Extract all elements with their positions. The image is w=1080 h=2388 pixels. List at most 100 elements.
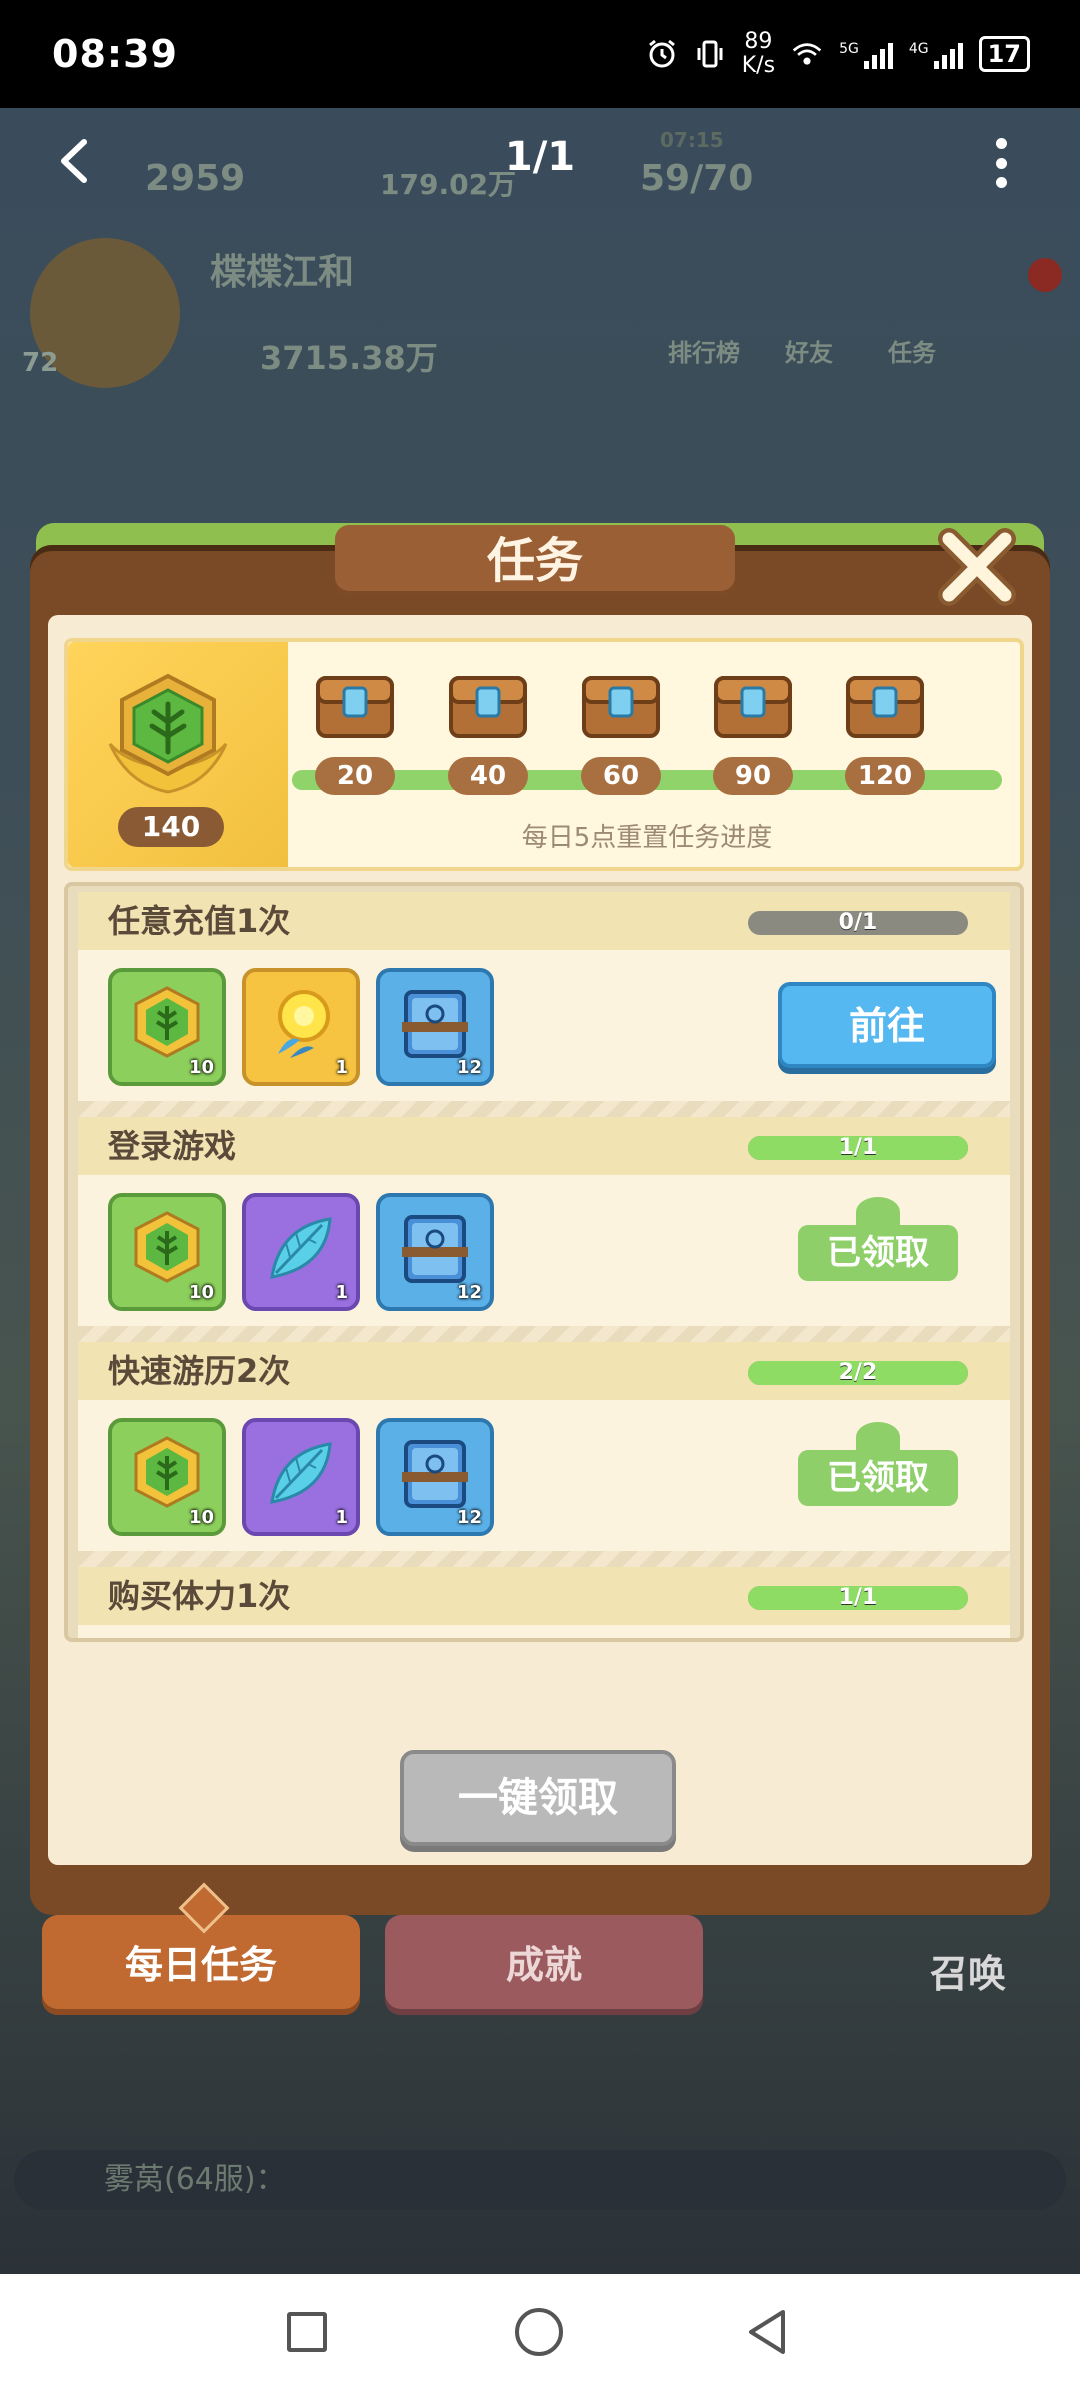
network-speed-unit: K/s: [741, 53, 776, 78]
vibrate-icon: [697, 40, 723, 68]
reward-count: 12: [456, 1057, 482, 1078]
task-progress-text: 0/1: [838, 911, 878, 935]
claimed-stamp: 已领取: [798, 1197, 958, 1281]
task-header: 登录游戏 1/1: [78, 1117, 1010, 1175]
task-name: 快速游历2次: [108, 1352, 291, 1390]
activity-badge-icon: [134, 1211, 200, 1283]
task-progress-text: 1/1: [838, 1136, 878, 1160]
navigation-bar: [0, 2274, 1080, 2388]
reward-count: 10: [188, 1507, 214, 1528]
task-row: 任意充值1次 0/1 10 1 12 前往: [78, 892, 1010, 1117]
reward-count: 12: [456, 1282, 482, 1303]
page-indicator: 1/1: [504, 134, 576, 180]
task-progress-text: 2/2: [838, 1361, 878, 1385]
reward-item[interactable]: 1: [242, 1418, 360, 1536]
exp-book-icon: [402, 990, 468, 1058]
alarm-icon: [648, 39, 675, 68]
milestone-label-1: 20: [315, 757, 395, 795]
exp-book-icon: [402, 1440, 468, 1508]
task-progress-bar: 2/2: [748, 1361, 968, 1385]
activity-points: 140: [118, 807, 224, 847]
signal-4g-label: 4G: [908, 41, 929, 57]
reward-item[interactable]: 10: [108, 968, 226, 1086]
claimed-stamp: 已领取: [798, 1422, 958, 1506]
reward-count: 1: [335, 1057, 348, 1078]
signal-5g-icon: 5G: [839, 39, 893, 69]
torn-edge: [78, 1551, 1010, 1567]
home-icon[interactable]: [515, 2308, 563, 2356]
back-triangle-icon[interactable]: [745, 2308, 789, 2356]
crystal-leaf-icon: [270, 1442, 332, 1504]
viewer-toolbar: 1/1: [0, 108, 1080, 218]
notification-dot: [1028, 258, 1062, 292]
go-button[interactable]: 前往: [778, 982, 996, 1068]
title-plaque: 任务: [335, 525, 735, 597]
activity-points-area: 140: [68, 642, 288, 867]
status-icons: 89 K/s 5G 4G 17: [646, 30, 1030, 78]
reward-item[interactable]: 1: [242, 968, 360, 1086]
wifi-icon: [792, 43, 822, 65]
task-row: 快速游历2次 2/2 10 1 12 已领取: [78, 1342, 1010, 1567]
reward-count: 10: [188, 1282, 214, 1303]
milestone-chest-1-icon[interactable]: [314, 670, 396, 742]
exp-book-icon: [402, 1215, 468, 1283]
task-header: 购买体力1次 1/1: [78, 1567, 1010, 1625]
task-name: 任意充值1次: [108, 902, 291, 940]
reward-count: 12: [456, 1507, 482, 1528]
player-name: 楪楪江和: [210, 252, 355, 293]
one-click-claim-button[interactable]: 一键领取: [400, 1750, 676, 1846]
reward-item[interactable]: 12: [376, 1418, 494, 1536]
task-header: 快速游历2次 2/2: [78, 1342, 1010, 1400]
back-arrow-icon[interactable]: [52, 138, 98, 184]
task-row: 登录游戏 1/1 10 1 12 已领取: [78, 1117, 1010, 1342]
task-name: 购买体力1次: [108, 1577, 291, 1615]
activity-badge-icon: [108, 673, 228, 794]
activity-badge-icon: [134, 986, 200, 1058]
tasks-label: 任务: [888, 339, 936, 367]
tab-achievements[interactable]: 成就: [385, 1915, 703, 2015]
panel-title: 任务: [486, 533, 583, 589]
reward-count: 10: [188, 1057, 214, 1078]
milestone-chest-5-icon[interactable]: [844, 670, 926, 742]
reward-item[interactable]: 10: [108, 1418, 226, 1536]
chat-bar[interactable]: 雾莴(64服)：: [14, 2150, 1066, 2210]
activity-progress-header: 140 20 40 60 90 120 每日5点重置任务进度: [64, 638, 1024, 871]
milestone-chest-2-icon[interactable]: [447, 670, 529, 742]
task-name: 登录游戏: [108, 1127, 237, 1165]
player-level: 72: [22, 348, 59, 378]
reward-item[interactable]: 1: [242, 1193, 360, 1311]
reward-count: 1: [335, 1282, 348, 1303]
recent-apps-icon[interactable]: [287, 2312, 327, 2352]
milestone-chest-4-icon[interactable]: [712, 670, 794, 742]
gold-gem-icon: [278, 990, 330, 1058]
task-list[interactable]: 任意充值1次 0/1 10 1 12 前往 登录游戏 1/1 10 1 12 已…: [64, 882, 1024, 1642]
signal-4g-icon: 4G: [909, 39, 963, 69]
milestone-label-5: 120: [845, 757, 925, 795]
reward-count: 1: [335, 1507, 348, 1528]
friends-label: 好友: [785, 339, 833, 367]
reward-item[interactable]: 12: [376, 968, 494, 1086]
milestone-label-2: 40: [448, 757, 528, 795]
milestone-label-3: 60: [581, 757, 661, 795]
task-progress-bar: 1/1: [748, 1136, 968, 1160]
leaderboard-label: 排行榜: [668, 339, 740, 367]
player-power: 3715.38万: [260, 339, 438, 377]
status-time: 08:39: [52, 32, 178, 76]
torn-edge: [78, 1326, 1010, 1342]
more-options-icon[interactable]: [986, 138, 1016, 188]
milestone-chest-3-icon[interactable]: [580, 670, 662, 742]
crystal-leaf-icon: [270, 1217, 332, 1279]
reward-item[interactable]: 10: [108, 1193, 226, 1311]
network-speed-value: 89: [744, 29, 773, 54]
activity-badge-icon: [134, 1436, 200, 1508]
reward-item[interactable]: 12: [376, 1193, 494, 1311]
task-panel: 任务 140 20 40 60 90 120 每日5点重置任务进度 任意充值1次…: [30, 505, 1050, 1915]
network-speed: 89 K/s: [742, 30, 775, 78]
battery-icon: 17: [978, 36, 1030, 72]
task-header: 任意充值1次 0/1: [78, 892, 1010, 950]
task-progress-bar: 0/1: [748, 911, 968, 935]
torn-edge: [78, 1101, 1010, 1117]
task-row: 购买体力1次 1/1: [78, 1567, 1010, 1638]
task-progress-text: 1/1: [838, 1586, 878, 1610]
close-icon[interactable]: [935, 525, 1019, 609]
